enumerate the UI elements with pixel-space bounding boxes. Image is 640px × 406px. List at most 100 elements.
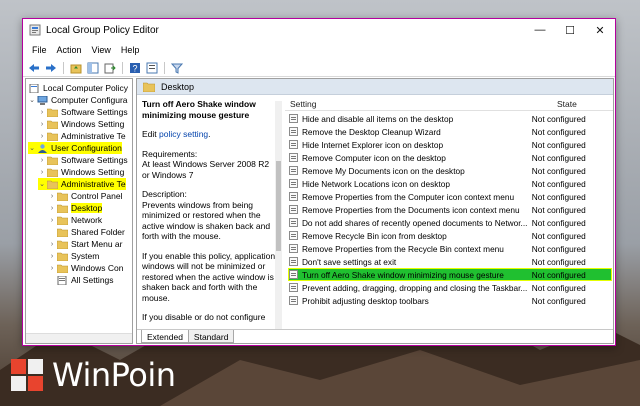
policy-row[interactable]: Remove Recycle Bin icon from desktop Not … xyxy=(289,230,611,241)
policy-state: Not configured xyxy=(531,113,586,124)
folder-icon xyxy=(47,108,58,117)
menu-help[interactable]: Help xyxy=(116,45,145,55)
tab-extended[interactable]: Extended xyxy=(141,330,189,343)
edit-policy-line: Edit policy setting. xyxy=(142,129,276,140)
tree-item-shared-folders[interactable]: Shared Folder xyxy=(48,226,125,238)
policy-setting-icon xyxy=(289,296,298,305)
list-header: Setting State xyxy=(285,95,613,111)
help-icon[interactable]: ? xyxy=(128,61,142,75)
policy-state: Not configured xyxy=(531,126,586,137)
chevron-right-icon[interactable]: › xyxy=(48,253,56,260)
tree-item-label: Network xyxy=(71,215,103,225)
tree-item-windows-settings[interactable]: › Windows Setting xyxy=(38,166,124,178)
forward-arrow-icon[interactable] xyxy=(44,61,58,75)
close-button[interactable]: ✕ xyxy=(585,19,615,41)
edit-suffix: . xyxy=(208,129,211,139)
policy-state: Not configured xyxy=(531,243,586,254)
policy-row[interactable]: Remove Properties from the Computer icon… xyxy=(289,191,611,202)
tree-item-label: Administrative Te xyxy=(61,131,126,141)
description-scrollbar[interactable] xyxy=(275,101,282,329)
tree-item-control-panel[interactable]: › Control Panel xyxy=(48,190,123,202)
tree-item-administrative-templates[interactable]: ⌄ Administrative Te xyxy=(38,178,126,190)
policy-row[interactable]: Remove Properties from the Recycle Bin c… xyxy=(289,243,611,254)
winpoin-logo-icon xyxy=(11,359,43,391)
chevron-right-icon[interactable]: › xyxy=(48,193,56,200)
toolbar-separator xyxy=(122,61,123,74)
tree-item-windows-settings[interactable]: › Windows Setting xyxy=(38,118,124,130)
tree-item-label: Administrative Te xyxy=(61,179,126,189)
tree-item-computer-configuration[interactable]: ⌄ Computer Configura xyxy=(28,94,128,106)
policy-row[interactable]: Remove My Documents icon on the desktop N… xyxy=(289,165,611,176)
tree-item-user-configuration[interactable]: ⌄ User Configuration xyxy=(28,142,122,154)
policy-row[interactable]: Remove Computer icon on the desktop Not c… xyxy=(289,152,611,163)
policy-row[interactable]: Hide Internet Explorer icon on desktop No… xyxy=(289,139,611,150)
back-arrow-icon[interactable] xyxy=(27,61,41,75)
policy-row[interactable]: Do not add shares of recently opened doc… xyxy=(289,217,611,228)
tree-item-label: Software Settings xyxy=(61,155,128,165)
column-header-setting[interactable]: Setting xyxy=(290,99,316,109)
policy-row[interactable]: Hide and disable all items on the deskto… xyxy=(289,113,611,124)
tree-item-desktop[interactable]: › Desktop xyxy=(48,202,103,214)
tree-item-windows-components[interactable]: › Windows Con xyxy=(48,262,124,274)
tree-item-software-settings[interactable]: › Software Settings xyxy=(38,106,128,118)
edit-policy-link[interactable]: policy setting xyxy=(159,129,208,139)
policy-setting-icon xyxy=(289,205,298,214)
policy-row[interactable]: Remove the Desktop Cleanup Wizard Not con… xyxy=(289,126,611,137)
column-header-state[interactable]: State xyxy=(557,99,577,109)
tree-item-local-computer-policy[interactable]: Local Computer Policy xyxy=(28,82,128,94)
policy-row[interactable]: Prevent adding, dragging, dropping and c… xyxy=(289,282,611,293)
tree-item-label: Desktop xyxy=(71,203,103,213)
minimize-button[interactable]: — xyxy=(525,19,555,41)
policy-row[interactable]: Hide Network Locations icon on desktop No… xyxy=(289,178,611,189)
tree-item-label: Shared Folder xyxy=(71,227,125,237)
policy-name: Prohibit adjusting desktop toolbars xyxy=(301,295,429,306)
scrollbar-thumb[interactable] xyxy=(276,161,281,251)
menu-action[interactable]: Action xyxy=(52,45,87,55)
folder-up-icon[interactable] xyxy=(69,61,83,75)
menu-view[interactable]: View xyxy=(87,45,116,55)
chevron-down-icon[interactable]: ⌄ xyxy=(38,180,46,188)
properties-icon[interactable] xyxy=(145,61,159,75)
menu-file[interactable]: File xyxy=(27,45,52,55)
chevron-right-icon[interactable]: › xyxy=(38,109,46,116)
gpedit-app-icon xyxy=(29,24,41,36)
tree-item-label: All Settings xyxy=(71,275,114,285)
folder-icon xyxy=(47,168,58,177)
tree-item-start-menu[interactable]: › Start Menu ar xyxy=(48,238,123,250)
chevron-right-icon[interactable]: › xyxy=(48,205,56,212)
tree-item-system[interactable]: › System xyxy=(48,250,100,262)
tree-item-software-settings[interactable]: › Software Settings xyxy=(38,154,128,166)
filter-icon[interactable] xyxy=(170,61,184,75)
tree-item-all-settings[interactable]: All Settings xyxy=(48,274,114,286)
chevron-right-icon[interactable]: › xyxy=(48,241,56,248)
tree-item-network[interactable]: › Network xyxy=(48,214,102,226)
policy-setting-icon xyxy=(289,244,298,253)
chevron-right-icon[interactable]: › xyxy=(48,265,56,272)
settings-list: Setting State Hide and disable all items… xyxy=(285,95,613,329)
toolbar: ? xyxy=(23,59,615,77)
export-list-icon[interactable] xyxy=(103,61,117,75)
chevron-right-icon[interactable]: › xyxy=(38,121,46,128)
policy-row[interactable]: Turn off Aero Shake window minimizing mo… xyxy=(288,268,612,281)
policy-name: Remove the Desktop Cleanup Wizard xyxy=(301,126,441,137)
chevron-right-icon[interactable]: › xyxy=(38,157,46,164)
tree-horizontal-scrollbar[interactable] xyxy=(26,333,132,343)
policy-setting-icon xyxy=(289,192,298,201)
maximize-button[interactable]: ☐ xyxy=(555,19,585,41)
policy-row[interactable]: Don't save settings at exit Not configure… xyxy=(289,256,611,267)
show-hide-tree-icon[interactable] xyxy=(86,61,100,75)
tree-item-administrative-templates[interactable]: › Administrative Te xyxy=(38,130,126,142)
chevron-right-icon[interactable]: › xyxy=(48,217,56,224)
policy-document-icon xyxy=(29,83,39,93)
policy-tree[interactable]: Local Computer Policy ⌄ Computer Configu… xyxy=(25,78,133,344)
requirements-text: Requirements: At least Windows Server 20… xyxy=(142,148,270,180)
tab-standard[interactable]: Standard xyxy=(187,330,235,343)
chevron-down-icon[interactable]: ⌄ xyxy=(28,144,36,152)
chevron-right-icon[interactable]: › xyxy=(38,169,46,176)
tree-item-label: Computer Configura xyxy=(51,95,128,105)
chevron-right-icon[interactable]: › xyxy=(38,133,46,140)
chevron-down-icon[interactable]: ⌄ xyxy=(28,96,36,104)
main-content: Local Computer Policy ⌄ Computer Configu… xyxy=(23,78,615,346)
policy-row[interactable]: Remove Properties from the Documents ico… xyxy=(289,204,611,215)
policy-row[interactable]: Prohibit adjusting desktop toolbars Not c… xyxy=(289,295,611,306)
